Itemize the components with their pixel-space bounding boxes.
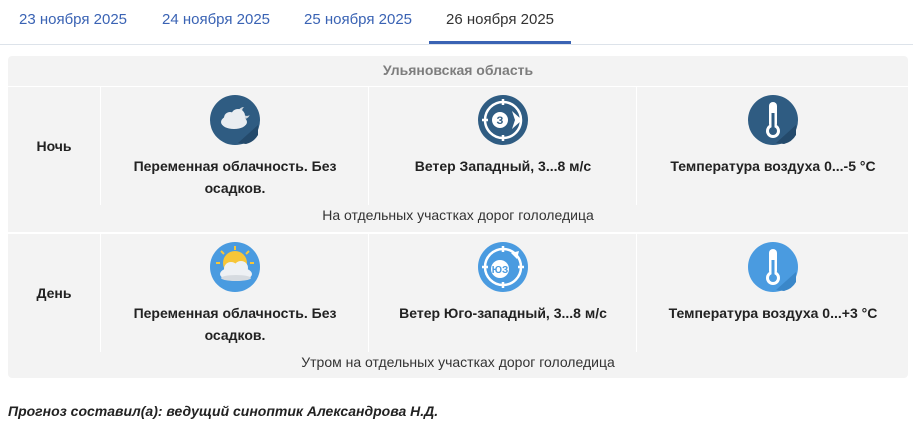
date-tabs: 23 ноября 2025 24 ноября 2025 25 ноября … (0, 0, 913, 45)
day-cloud-text: Переменная облачность. Без осадков. (133, 305, 337, 343)
night-wind-text: Ветер Западный, 3...8 м/с (414, 158, 592, 174)
wind-direction-letter: З (497, 115, 504, 127)
day-wind-text: Ветер Юго-западный, 3...8 м/с (399, 305, 607, 321)
wind-southwest-icon: ЮЗ (478, 242, 528, 292)
day-temperature-text: Температура воздуха 0...+3 °C (668, 305, 878, 321)
night-row: Ночь Переменная облачность. Без осадков. (8, 87, 908, 233)
thermometer-icon (748, 242, 798, 292)
tab-25-november[interactable]: 25 ноября 2025 (292, 0, 424, 42)
night-temperature-cell: Температура воздуха 0...-5 °C (636, 87, 909, 205)
day-cloud-cell: Переменная облачность. Без осадков. (100, 234, 369, 352)
thermometer-icon (748, 95, 798, 145)
sun-cloud-icon (210, 242, 260, 292)
day-wind-cell: ЮЗ Ветер Юго-западный, 3...8 м/с (368, 234, 637, 352)
forecast-author: Прогноз составил(а): ведущий синоптик Ал… (8, 403, 439, 419)
night-note: На отдельных участках дорог гололедица (322, 207, 594, 223)
tab-23-november[interactable]: 23 ноября 2025 (8, 0, 138, 42)
day-note: Утром на отдельных участках дорог гололе… (301, 354, 615, 370)
night-wind-cell: З Ветер Западный, 3...8 м/с (368, 87, 637, 205)
night-temperature-text: Температура воздуха 0...-5 °C (670, 158, 876, 174)
wind-direction-letters: ЮЗ (492, 265, 509, 276)
tab-26-november[interactable]: 26 ноября 2025 (429, 0, 571, 44)
wind-west-icon: З (478, 95, 528, 145)
day-temperature-cell: Температура воздуха 0...+3 °C (636, 234, 909, 352)
region-title: Ульяновская область (8, 56, 908, 87)
night-cloud-icon (210, 95, 260, 145)
night-cloud-cell: Переменная облачность. Без осадков. (100, 87, 369, 205)
day-label: День (36, 285, 72, 301)
forecast-panel: Ульяновская область Ночь Переменная обла… (8, 56, 908, 378)
tab-24-november[interactable]: 24 ноября 2025 (150, 0, 282, 42)
day-row: День Переменная облачность. Без осадков. (8, 234, 908, 380)
night-cloud-text: Переменная облачность. Без осадков. (133, 158, 337, 196)
night-label: Ночь (36, 138, 72, 154)
